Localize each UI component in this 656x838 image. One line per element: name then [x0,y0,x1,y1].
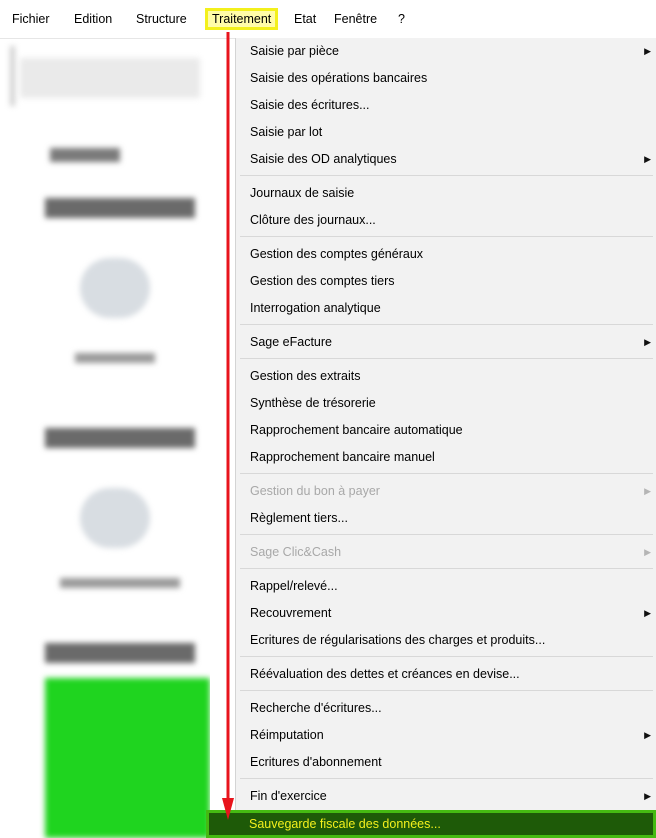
menu-item-ecritures-regularisations[interactable]: Ecritures de régularisations des charges… [236,627,656,653]
menu-item-gestion-bon-a-payer: Gestion du bon à payer ▶ [236,478,656,504]
menu-item-gestion-comptes-tiers[interactable]: Gestion des comptes tiers [236,268,656,294]
menu-item-label: Ecritures de régularisations des charges… [250,633,546,647]
menu-item-saisie-operations-bancaires[interactable]: Saisie des opérations bancaires [236,65,656,91]
shortcut-label [60,578,180,588]
menu-item-saisie-od-analytiques[interactable]: Saisie des OD analytiques ▶ [236,146,656,172]
menu-separator [240,473,653,474]
menu-item-label: Rappel/relevé... [250,579,338,593]
menu-separator [240,534,653,535]
menu-item-rapprochement-automatique[interactable]: Rapprochement bancaire automatique [236,417,656,443]
menu-item-label: Clôture des journaux... [250,213,376,227]
menu-item-recouvrement[interactable]: Recouvrement ▶ [236,600,656,626]
menu-separator [240,690,653,691]
menu-etat[interactable]: Etat [290,8,320,30]
menu-item-interrogation-analytique[interactable]: Interrogation analytique [236,295,656,321]
menu-item-label: Sage eFacture [250,335,332,349]
menu-item-label: Saisie des opérations bancaires [250,71,428,85]
menu-separator [240,568,653,569]
submenu-arrow-icon: ▶ [644,337,651,347]
section-title [45,643,195,663]
menu-bar: Fichier Edition Structure Traitement Eta… [0,0,656,39]
menu-item-label: Fin d'exercice [250,789,327,803]
menu-item-ecritures-abonnement[interactable]: Ecritures d'abonnement [236,749,656,775]
menu-item-label: Saisie par lot [250,125,323,139]
shortcut-icon [80,258,150,318]
menu-item-label: Gestion des comptes généraux [250,247,424,261]
menu-item-rapprochement-manuel[interactable]: Rapprochement bancaire manuel [236,444,656,470]
submenu-arrow-icon: ▶ [644,154,651,164]
section-title [45,198,195,218]
menu-separator [240,175,653,176]
menu-item-label: Sage Clic&Cash [250,545,342,559]
menu-item-label: Saisie des OD analytiques [250,152,397,166]
menu-separator [240,236,653,237]
menu-item-reglement-tiers[interactable]: Règlement tiers... [236,505,656,531]
submenu-arrow-icon: ▶ [644,730,651,740]
menu-item-saisie-par-piece[interactable]: Saisie par pièce ▶ [236,38,656,64]
menu-item-label: Interrogation analytique [250,301,381,315]
menu-item-label: Saisie des écritures... [250,98,370,112]
menu-item-label: Réimputation [250,728,324,742]
menu-item-journaux-saisie[interactable]: Journaux de saisie [236,180,656,206]
toolbar-strip [20,58,200,98]
menu-item-rappel-releve[interactable]: Rappel/relevé... [236,573,656,599]
panel-heading [50,148,120,162]
toolbar-grip [10,46,15,106]
menu-separator [240,656,653,657]
menu-item-gestion-extraits[interactable]: Gestion des extraits [236,363,656,389]
green-tile[interactable] [45,678,210,838]
menu-item-label: Ecritures d'abonnement [250,755,382,769]
red-annotation-arrow-icon [222,32,234,820]
menu-item-recherche-ecritures[interactable]: Recherche d'écritures... [236,695,656,721]
menu-item-label: Réévaluation des dettes et créances en d… [250,667,520,681]
submenu-arrow-icon: ▶ [644,46,651,56]
menu-item-gestion-comptes-generaux[interactable]: Gestion des comptes généraux [236,241,656,267]
submenu-arrow-icon: ▶ [644,791,651,801]
submenu-arrow-icon: ▶ [644,608,651,618]
menu-item-label: Journaux de saisie [250,186,355,200]
menu-item-sage-clic-cash: Sage Clic&Cash ▶ [236,539,656,565]
menu-item-label: Synthèse de trésorerie [250,396,376,410]
menu-item-label: Recouvrement [250,606,332,620]
menu-separator [240,324,653,325]
menu-traitement[interactable]: Traitement [205,8,279,30]
menu-item-fin-exercice[interactable]: Fin d'exercice ▶ [236,783,656,809]
menu-structure[interactable]: Structure [132,8,191,30]
menu-item-label: Gestion du bon à payer [250,484,380,498]
menu-item-label: Gestion des extraits [250,369,361,383]
menu-separator [240,778,653,779]
menu-item-sauvegarde-fiscale[interactable]: Sauvegarde fiscale des données... [206,810,656,838]
menu-item-sage-efacture[interactable]: Sage eFacture ▶ [236,329,656,355]
menu-item-label: Rapprochement bancaire automatique [250,423,463,437]
menu-item-cloture-journaux[interactable]: Clôture des journaux... [236,207,656,233]
menu-item-label: Saisie par pièce [250,44,339,58]
menu-separator [240,358,653,359]
menu-item-label: Rapprochement bancaire manuel [250,450,435,464]
submenu-arrow-icon: ▶ [644,547,651,557]
blurred-background-panel [0,38,210,838]
menu-item-synthese-tresorerie[interactable]: Synthèse de trésorerie [236,390,656,416]
menu-item-reimputation[interactable]: Réimputation ▶ [236,722,656,748]
menu-item-reevaluation-dettes[interactable]: Réévaluation des dettes et créances en d… [236,661,656,687]
traitement-dropdown-menu: Saisie par pièce ▶ Saisie des opérations … [235,38,656,838]
menu-edition[interactable]: Edition [70,8,116,30]
menu-fichier[interactable]: Fichier [8,8,54,30]
shortcut-label [75,353,155,363]
menu-help[interactable]: ? [394,8,409,30]
submenu-arrow-icon: ▶ [644,486,651,496]
menu-item-label: Gestion des comptes tiers [250,274,395,288]
shortcut-icon [80,488,150,548]
section-title [45,428,195,448]
menu-item-label: Règlement tiers... [250,511,348,525]
menu-item-label: Recherche d'écritures... [250,701,382,715]
menu-fenetre[interactable]: Fenêtre [330,8,381,30]
menu-item-saisie-ecritures[interactable]: Saisie des écritures... [236,92,656,118]
menu-item-saisie-par-lot[interactable]: Saisie par lot [236,119,656,145]
